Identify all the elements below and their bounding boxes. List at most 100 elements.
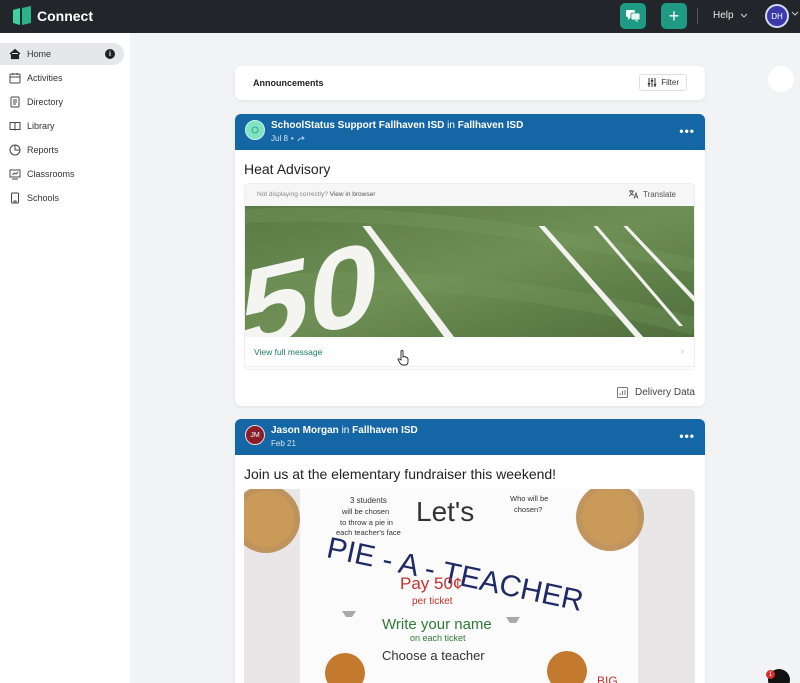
post-card: SchoolStatus Support Fallhaven ISD in Fa… [235, 114, 705, 406]
post-title: Join us at the elementary fundraiser thi… [244, 466, 557, 482]
sidebar-item-reports[interactable]: Reports [0, 139, 124, 161]
sidebar-item-label: Home [27, 49, 52, 59]
view-full-message-link[interactable]: View full message [254, 347, 322, 357]
info-icon[interactable]: i [105, 49, 115, 59]
delivery-data-button[interactable]: Delivery Data [616, 387, 695, 398]
separator-dot: • [290, 134, 294, 143]
sidebar-item-label: Classrooms [27, 169, 75, 179]
schoolstatus-logo-icon [251, 126, 259, 134]
sidebar: Home i Activities Directory Library Repo… [0, 33, 130, 683]
poster-per: per ticket [412, 596, 453, 607]
org-name[interactable]: Fallhaven ISD [352, 425, 418, 436]
top-bar: Connect + Help DH [0, 0, 800, 33]
bar-chart-icon [616, 387, 628, 398]
date-text: Feb 21 [271, 439, 296, 448]
more-options-icon[interactable]: ••• [679, 125, 695, 137]
chat-bubbles-icon [626, 10, 641, 23]
translate-icon [628, 190, 639, 199]
more-options-icon[interactable]: ••• [679, 430, 695, 442]
email-toolbar: Not displaying correctly? View in browse… [245, 184, 694, 206]
sidebar-item-classrooms[interactable]: Classrooms [0, 163, 124, 185]
user-menu-chevron-icon[interactable] [791, 11, 799, 16]
classroom-icon [9, 168, 21, 180]
filter-label: Filter [661, 78, 679, 87]
not-displaying-text: Not displaying correctly? View in browse… [257, 191, 375, 198]
post-title: Heat Advisory [244, 161, 331, 177]
post-author[interactable]: SchoolStatus Support Fallhaven ISD in Fa… [271, 120, 523, 131]
plus-icon: + [668, 5, 680, 26]
post-date: Jul 8 • [271, 134, 306, 143]
sidebar-item-directory[interactable]: Directory [0, 91, 124, 113]
post-card: JM Jason Morgan in Fallhaven ISD Feb 21 … [235, 419, 705, 683]
author-name[interactable]: SchoolStatus Support Fallhaven ISD [271, 120, 444, 131]
email-preview: Not displaying correctly? View in browse… [244, 183, 695, 370]
post-date: Feb 21 [271, 439, 296, 448]
directory-icon [9, 96, 21, 108]
sidebar-item-library[interactable]: Library [0, 115, 124, 137]
poster-line: chosen? [514, 505, 542, 514]
app-title: Connect [37, 8, 93, 24]
poster-pay: Pay 50¢ [400, 574, 462, 593]
announcements-header: Announcements Filter [235, 66, 705, 100]
not-displaying-label: Not displaying correctly? [257, 191, 328, 198]
poster-line: to throw a pie in [340, 518, 393, 527]
football-field-image[interactable]: 50 [245, 206, 694, 337]
notification-badge: 1 [766, 670, 775, 679]
delivery-data-label: Delivery Data [634, 387, 695, 398]
in-word: in [341, 425, 350, 436]
sidebar-item-activities[interactable]: Activities [0, 67, 124, 89]
poster-line: will be chosen [341, 507, 389, 516]
sidebar-item-label: Reports [27, 145, 59, 155]
poster-image[interactable]: 3 students will be chosen to throw a pie… [244, 489, 695, 683]
user-initials: DH [771, 11, 783, 21]
post-header: SchoolStatus Support Fallhaven ISD in Fa… [235, 114, 705, 150]
book-icon [9, 120, 21, 132]
translate-label: Translate [642, 189, 676, 199]
sidebar-item-label: Schools [27, 193, 60, 203]
author-name[interactable]: Jason Morgan [271, 425, 339, 436]
help-label: Help [713, 10, 734, 21]
create-button[interactable]: + [661, 3, 687, 29]
school-icon [9, 192, 21, 204]
date-text: Jul 8 [271, 134, 288, 143]
messages-button[interactable] [620, 3, 646, 29]
poster-big: BIG [597, 674, 618, 683]
help-menu[interactable]: Help [713, 10, 748, 21]
pie-chart-icon [9, 144, 21, 156]
poster-write: Write your name [382, 616, 492, 633]
in-word: in [447, 120, 455, 131]
poster-line: Who will be [510, 494, 548, 503]
pie-a-teacher-poster: 3 students will be chosen to throw a pie… [244, 489, 695, 683]
avatar-initials: JM [250, 431, 260, 439]
user-avatar[interactable]: DH [765, 4, 789, 28]
sidebar-item-schools[interactable]: Schools [0, 187, 124, 209]
sidebar-item-label: Activities [27, 73, 63, 83]
connect-logo-icon[interactable] [12, 6, 32, 27]
translate-button[interactable]: Translate [628, 189, 676, 199]
avatar[interactable]: JM [245, 425, 265, 445]
org-name[interactable]: Fallhaven ISD [458, 120, 524, 131]
sidebar-item-home[interactable]: Home i [0, 43, 124, 65]
chevron-down-icon [740, 13, 747, 18]
hand-cursor-icon [397, 350, 409, 366]
poster-line: 3 students [350, 496, 387, 505]
background-decoration [768, 66, 794, 92]
calendar-icon [9, 72, 21, 84]
view-in-browser-link[interactable]: View in browser [330, 191, 376, 198]
share-arrow-icon [297, 135, 305, 141]
chevron-right-icon[interactable]: › [681, 346, 684, 356]
avatar[interactable] [245, 120, 265, 140]
poster-lets: Let's [416, 496, 474, 527]
sidebar-item-label: Library [27, 121, 55, 131]
announcements-title: Announcements [253, 78, 324, 88]
post-author[interactable]: Jason Morgan in Fallhaven ISD [271, 425, 418, 436]
poster-each: on each ticket [410, 633, 466, 643]
post-header: JM Jason Morgan in Fallhaven ISD Feb 21 … [235, 419, 705, 455]
home-icon [9, 48, 21, 60]
filter-button[interactable]: Filter [639, 74, 687, 91]
sidebar-item-label: Directory [27, 97, 64, 107]
poster-choose: Choose a teacher [382, 648, 485, 663]
filter-sliders-icon [648, 78, 657, 87]
divider [245, 366, 694, 367]
topbar-divider [697, 8, 698, 24]
